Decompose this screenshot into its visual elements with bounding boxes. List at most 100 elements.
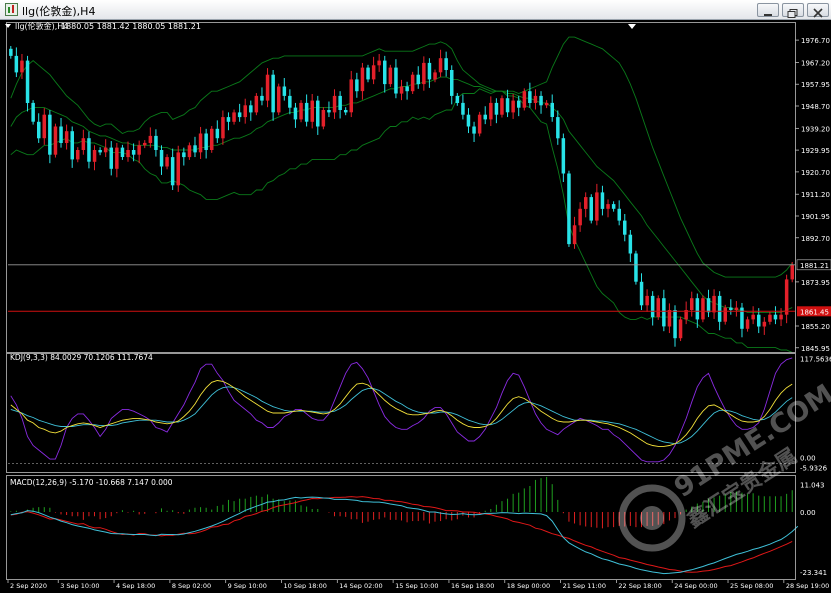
candle-body [477, 114, 482, 134]
candle-body [237, 112, 242, 118]
candle-body [210, 128, 214, 150]
candle-body [455, 95, 460, 103]
candle-body [768, 314, 772, 322]
candle-body [729, 307, 733, 310]
candle-body [399, 86, 404, 94]
ohlc-header: 1880.05 1881.42 1880.05 1881.21 [61, 22, 201, 31]
time-tick-label: 10 Sep 18:00 [283, 582, 326, 589]
maximize-button[interactable] [782, 3, 804, 18]
candle-body [338, 95, 342, 110]
candle-body [617, 208, 621, 221]
window-title: llg(伦敦金),H4 [22, 5, 96, 18]
price-tick-label: 1901.95 [801, 213, 830, 221]
candle-body [31, 102, 35, 122]
candle-body [9, 48, 13, 56]
candle-body [483, 114, 487, 120]
candle-body [656, 298, 660, 317]
minimize-icon [764, 14, 772, 16]
candle-body [667, 310, 672, 327]
price-chart-canvas[interactable]: 1976.70 1967.20 1957.95 1948.70 1939.20 1929.… [0, 20, 831, 590]
kdj-j-line [10, 357, 793, 463]
price-tick-label: 1920.70 [801, 169, 830, 177]
candlestick-series [9, 46, 794, 347]
candle-body [148, 135, 153, 143]
scroll-marker-icon[interactable] [628, 24, 636, 29]
candle-body [165, 157, 169, 167]
candle-body [131, 150, 136, 155]
candle-body [371, 65, 376, 80]
kdj-tick-label: 117.5636 [800, 355, 831, 363]
kdj-tick-label: 0.00 [800, 455, 816, 463]
price-tick-label: 1845.95 [801, 345, 830, 353]
kdj-d-line [10, 386, 793, 445]
terminal-window: llg(伦敦金),H4 1976.70 1967.20 1957.95 1948.70… [0, 0, 831, 590]
close-icon [813, 8, 823, 18]
candle-body [645, 295, 649, 306]
candle-body [773, 314, 778, 320]
candle-body [639, 281, 644, 306]
candle-body [344, 110, 348, 113]
candle-body [461, 102, 465, 115]
candle-body [712, 295, 716, 313]
candle-body [137, 145, 141, 155]
bollinger-middle-line [10, 76, 793, 313]
candle-body [422, 62, 426, 85]
watermark-logo: 91PME.COM 鑫汇宝贵金属 [618, 378, 831, 552]
minimize-button[interactable] [757, 3, 779, 17]
price-tick-label: 1855.20 [801, 323, 830, 331]
dropdown-triangle-icon[interactable] [5, 24, 11, 28]
candle-body [517, 100, 521, 108]
candle-body [42, 114, 46, 139]
candle-body [734, 307, 739, 310]
time-tick-label: 16 Sep 18:00 [451, 582, 494, 589]
candle-body [673, 310, 677, 339]
price-tick-label: 1976.70 [801, 37, 830, 45]
candle-body [59, 126, 63, 143]
candle-body [221, 117, 225, 139]
price-tick-label: 1892.70 [801, 235, 830, 243]
current-price-label: 1881.21 [800, 262, 829, 270]
candle-body [550, 102, 554, 117]
kdj-tick-label: -5.9326 [800, 465, 828, 473]
candle-body [578, 208, 582, 226]
candle-body [522, 91, 527, 108]
candle-body [265, 74, 270, 101]
candle-body [204, 133, 208, 150]
candle-body [14, 55, 19, 73]
time-tick-label: 21 Sep 11:00 [563, 582, 606, 589]
candle-body [377, 60, 381, 66]
candle-body [533, 95, 538, 103]
candle-body [277, 86, 281, 113]
candle-body [170, 157, 175, 186]
close-button[interactable] [807, 3, 829, 18]
candle-body [243, 105, 247, 118]
title-bar[interactable]: llg(伦敦金),H4 [0, 0, 831, 20]
macd-label: MACD(12,26,9) -5.170 -10.668 7.147 0.000 [10, 478, 173, 487]
restore-icon [787, 9, 798, 18]
kdj-k-line [10, 380, 793, 447]
candle-body [349, 79, 353, 113]
candle-body [717, 295, 722, 322]
candle-body [611, 204, 616, 209]
candle-body [109, 147, 113, 169]
candle-body [316, 100, 320, 127]
candle-body [126, 150, 130, 158]
time-tick-label: 22 Sep 18:00 [618, 582, 661, 589]
candle-body [678, 319, 683, 339]
kdj-indicator [8, 357, 795, 464]
candle-body [450, 70, 454, 96]
candle-body [271, 74, 275, 113]
price-tick-label: 1948.70 [801, 103, 830, 111]
candle-body [556, 117, 560, 139]
macd-tick-label: -23.341 [800, 569, 827, 577]
time-tick-label: 8 Sep 02:00 [172, 582, 211, 589]
candle-body [70, 131, 74, 160]
macd-tick-label: 0.00 [800, 509, 816, 517]
candle-body [304, 102, 309, 122]
candle-body [176, 152, 180, 186]
candle-body [332, 95, 337, 113]
candle-body [595, 192, 599, 221]
candle-body [444, 58, 448, 70]
chart-area[interactable]: 1976.70 1967.20 1957.95 1948.70 1939.20 1929.… [0, 20, 831, 590]
candle-body [628, 234, 633, 254]
